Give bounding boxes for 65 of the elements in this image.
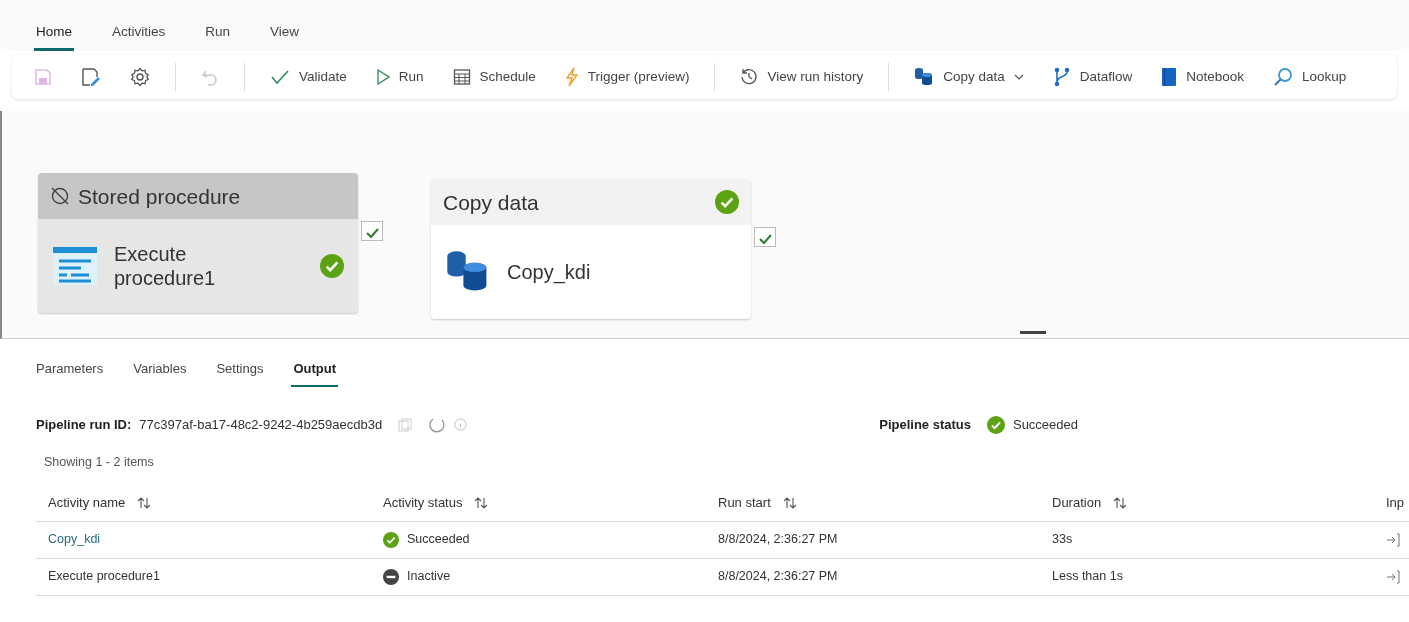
column-header: Activity name bbox=[48, 494, 126, 512]
sort-icon[interactable] bbox=[1113, 496, 1128, 509]
history-icon bbox=[740, 68, 759, 87]
undo-icon bbox=[201, 68, 219, 87]
toolbar-button[interactable]: Trigger (preview) bbox=[556, 63, 698, 92]
table-cell: 33s bbox=[1052, 532, 1073, 547]
column-header: Run start bbox=[718, 494, 771, 512]
panel-tab[interactable]: Parameters bbox=[34, 357, 106, 387]
ribbon-tab[interactable]: Home bbox=[34, 20, 74, 52]
calendar-icon bbox=[452, 68, 471, 87]
toolbar-button[interactable]: Validate bbox=[262, 63, 355, 92]
activity-type: Stored procedure bbox=[78, 183, 241, 210]
panel-tab[interactable]: Variables bbox=[131, 357, 189, 387]
branch-icon bbox=[1052, 67, 1071, 88]
pipeline-status-label: Pipeline status bbox=[879, 416, 971, 434]
chevron-icon bbox=[1013, 74, 1024, 81]
status-text: Inactive bbox=[407, 568, 451, 586]
input-icon[interactable] bbox=[1386, 533, 1400, 548]
panel-tab[interactable]: Output bbox=[291, 357, 338, 387]
toolbar-button[interactable]: Schedule bbox=[444, 63, 544, 92]
item-count: Showing 1 - 2 items bbox=[44, 454, 154, 469]
status-text: Succeeded bbox=[407, 531, 470, 549]
table-cell: 8/8/2024, 2:36:27 PM bbox=[718, 532, 838, 547]
ribbon-tab[interactable]: Run bbox=[203, 20, 233, 52]
procedure-icon bbox=[52, 246, 98, 287]
sort-icon[interactable] bbox=[474, 496, 489, 509]
toolbar-dropdown[interactable]: Copy data bbox=[906, 63, 1032, 92]
activity-link[interactable]: Copy_kdi bbox=[48, 532, 101, 547]
toolbar-button[interactable]: Notebook bbox=[1153, 63, 1253, 92]
table-cell: Execute procedure1 bbox=[48, 569, 160, 584]
toolbar-button[interactable]: View run history bbox=[732, 63, 872, 92]
toolbar-button[interactable]: Run bbox=[367, 63, 432, 92]
toolbar-button[interactable]: Lookup bbox=[1265, 63, 1355, 92]
activity-type: Copy data bbox=[443, 189, 539, 216]
play-icon bbox=[375, 69, 390, 86]
search-icon bbox=[1273, 67, 1294, 88]
deactivated-icon bbox=[50, 186, 70, 207]
save-pencil-icon bbox=[81, 67, 101, 88]
activity-node[interactable]: Copy data Copy_kdi bbox=[431, 179, 751, 320]
toolbar-button[interactable]: Dataflow bbox=[1044, 63, 1141, 92]
column-header: Duration bbox=[1052, 494, 1102, 512]
notebook-icon bbox=[1161, 67, 1178, 88]
lightning-icon bbox=[564, 67, 579, 88]
panel-tab[interactable]: Settings bbox=[214, 357, 266, 387]
success-port[interactable] bbox=[361, 221, 383, 242]
table-cell: 8/8/2024, 2:36:27 PM bbox=[718, 569, 838, 584]
column-header: Activity status bbox=[383, 494, 463, 512]
run-id-label: Pipeline run ID: bbox=[36, 416, 132, 434]
ribbon-tab[interactable]: View bbox=[268, 20, 302, 52]
pipeline-status: Succeeded bbox=[1012, 416, 1079, 434]
settings-icon bbox=[130, 67, 150, 88]
activity-name: Execute procedure1 bbox=[114, 242, 217, 291]
database-icon bbox=[914, 67, 935, 88]
success-port[interactable] bbox=[754, 227, 776, 248]
activity-node[interactable]: Stored procedure Execute procedure1 bbox=[38, 173, 358, 314]
activity-name: Copy_kdi bbox=[507, 260, 592, 285]
run-id: 77c397af-ba17-48c2-9242-4b259aecdb3d bbox=[139, 416, 383, 434]
sort-icon[interactable] bbox=[137, 496, 152, 509]
column-header: Inp bbox=[1386, 494, 1405, 512]
input-icon[interactable] bbox=[1386, 570, 1400, 585]
table-cell: Less than 1s bbox=[1052, 569, 1123, 584]
checkmark-icon bbox=[270, 69, 290, 86]
save-icon bbox=[34, 68, 52, 87]
sort-icon[interactable] bbox=[782, 496, 797, 509]
ribbon-tab[interactable]: Activities bbox=[110, 20, 168, 52]
